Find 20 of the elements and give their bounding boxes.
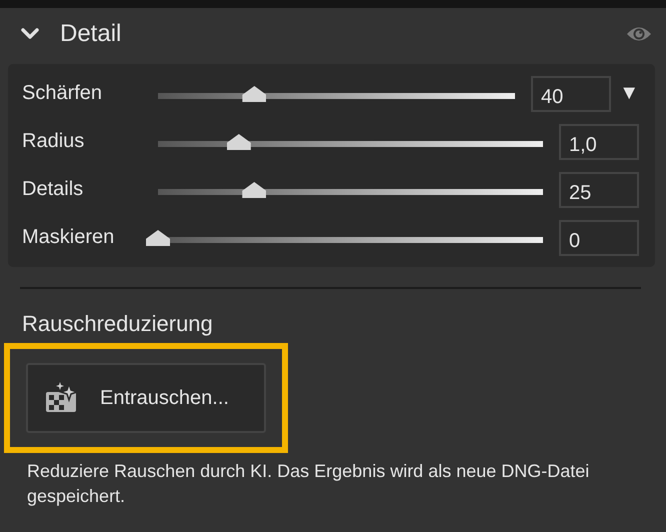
- chevron-icon[interactable]: [20, 27, 40, 41]
- slider-thumb[interactable]: [146, 230, 170, 246]
- slider-thumb[interactable]: [242, 182, 266, 198]
- eye-icon[interactable]: [626, 25, 652, 43]
- section-heading: Rauschreduzierung: [22, 311, 214, 337]
- dropdown-arrow[interactable]: ▼: [611, 82, 639, 105]
- slider-label: Radius: [22, 130, 86, 153]
- panel-title: Detail: [60, 20, 122, 48]
- denoise-button[interactable]: Entrauschen...: [26, 363, 266, 433]
- checker-sparkle-icon: [44, 382, 78, 414]
- slider-label: Maskieren: [22, 226, 116, 249]
- value-field[interactable]: 40: [531, 76, 611, 112]
- value-field[interactable]: 0: [559, 220, 639, 256]
- value-field[interactable]: 1,0: [559, 124, 639, 160]
- slider-label: Schärfen: [22, 82, 104, 105]
- slider-thumb[interactable]: [226, 134, 251, 150]
- slider-label: Details: [22, 178, 84, 201]
- value-field[interactable]: 25: [559, 172, 639, 208]
- slider-thumb[interactable]: [242, 86, 266, 102]
- description-text: Reduziere Rauschen durch KI. Das Ergebnis wird als neue DNG-Datei gespeichert.: [27, 460, 590, 508]
